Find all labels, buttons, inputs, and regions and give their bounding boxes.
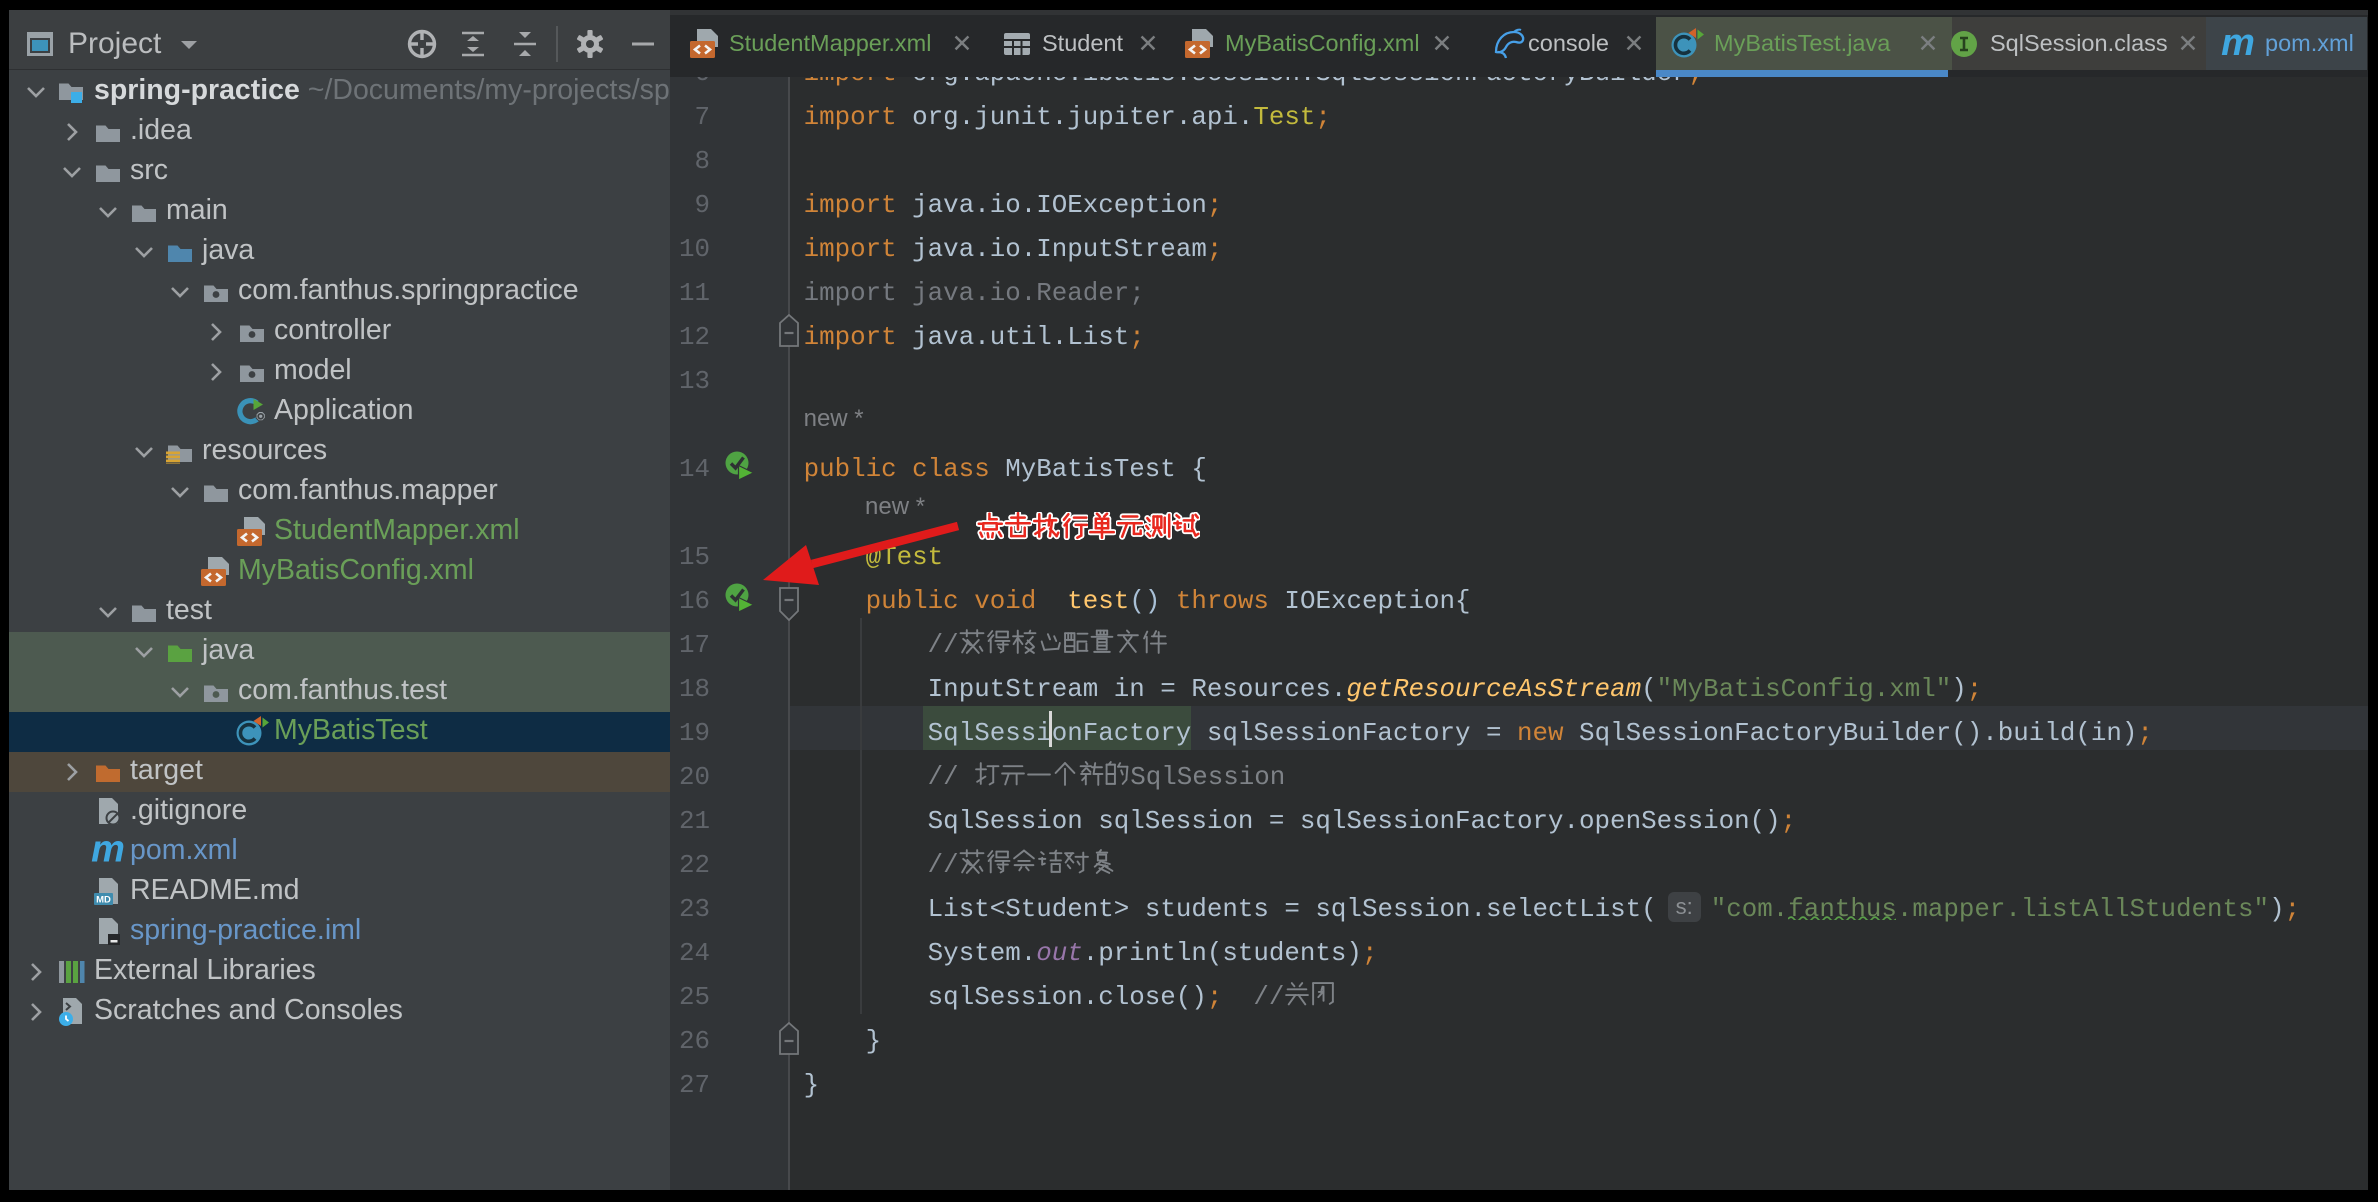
svg-text:MD: MD (96, 895, 111, 906)
